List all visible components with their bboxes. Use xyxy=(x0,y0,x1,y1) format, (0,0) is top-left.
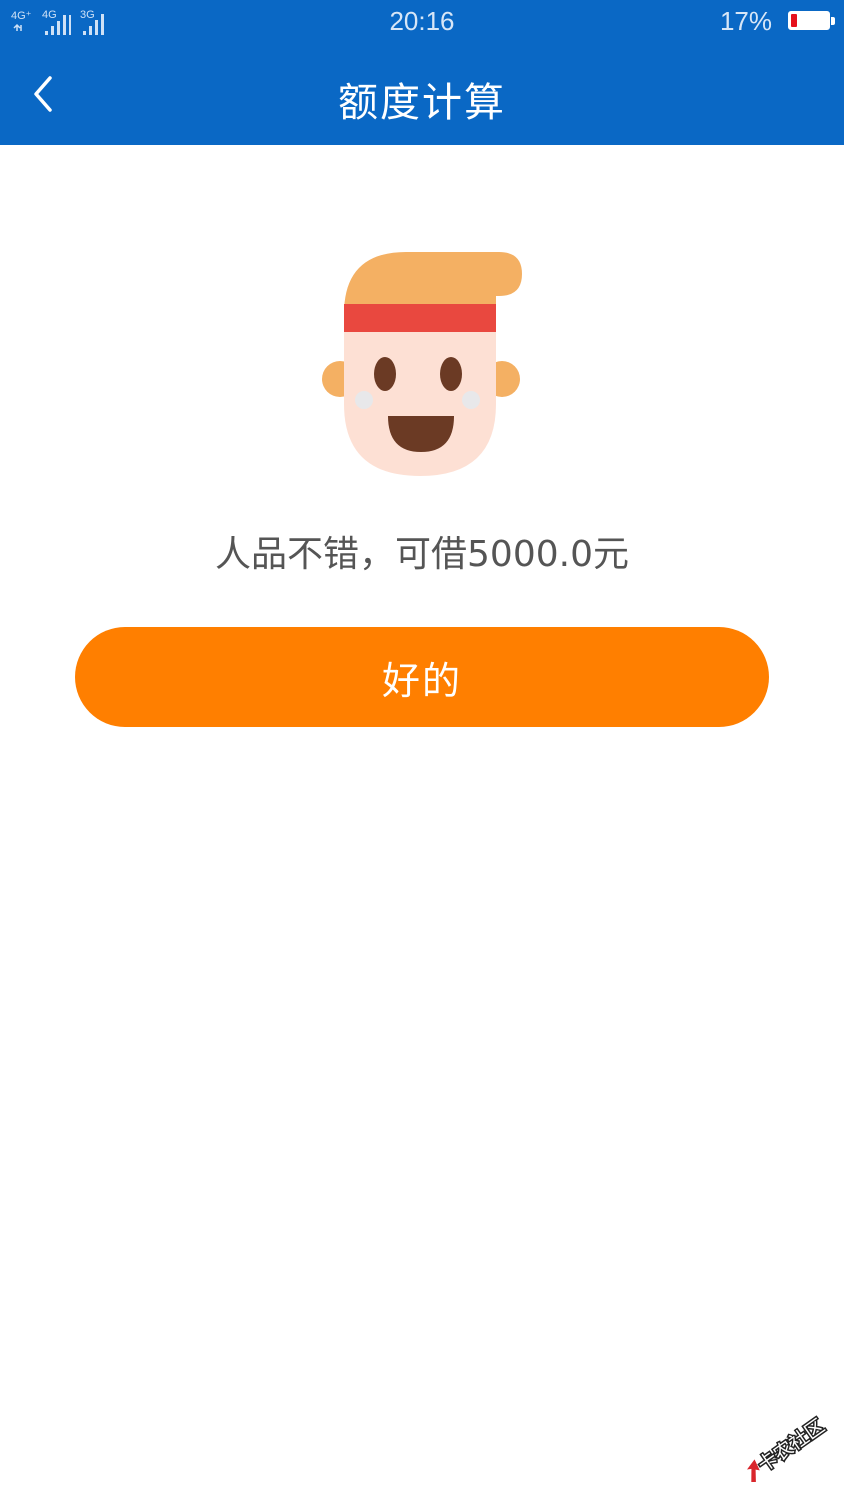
quota-result-message: 人品不错，可借5000.0元 xyxy=(215,534,629,575)
page-title: 额度计算 xyxy=(338,80,506,126)
battery-tip xyxy=(831,17,835,25)
app-header: 4G⁺ 4G 3G 20:16 17% 额度计算 xyxy=(0,0,844,145)
status-bar: 4G⁺ 4G 3G 20:16 17% xyxy=(0,0,844,46)
svg-text:卡农社区: 卡农社区 xyxy=(754,1415,829,1477)
ok-button[interactable]: 好的 xyxy=(75,627,769,727)
battery-percent: 17% xyxy=(719,6,772,36)
battery-level-fill xyxy=(791,14,797,27)
smiling-boy-face-icon xyxy=(322,252,522,476)
battery-icon xyxy=(788,11,830,30)
watermark-logo: 卡农社区 xyxy=(747,1413,830,1482)
clock: 20:16 xyxy=(389,6,455,36)
